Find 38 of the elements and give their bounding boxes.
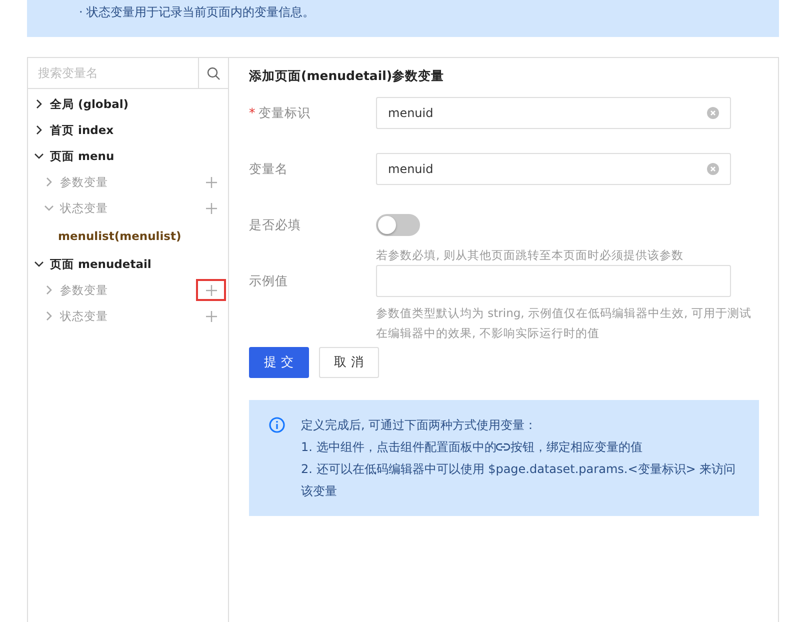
field-label: 变量标识 xyxy=(258,105,310,120)
input-field[interactable]: menuid xyxy=(376,153,731,185)
info-heading: 定义完成后, 可通过下面两种方式使用变量： xyxy=(301,417,538,434)
input-field[interactable] xyxy=(376,265,731,297)
field-label: 示例值 xyxy=(249,273,288,288)
search-icon xyxy=(207,66,220,80)
notice-text: · 状态变量用于记录当前页面内的变量信息。 xyxy=(79,4,316,21)
link-icon xyxy=(496,442,510,452)
tree-page-item[interactable]: 页面 menudetail xyxy=(50,256,152,272)
cancel-button[interactable]: 取 消 xyxy=(318,347,379,378)
info-text: 2. 还可以在低码编辑器中可以使用 $page.dataset.params.<变量标识> 来访问该变量 xyxy=(301,461,737,500)
chevron-right-icon[interactable] xyxy=(34,99,44,109)
add-button[interactable] xyxy=(196,279,226,301)
submit-button[interactable]: 提 交 xyxy=(249,347,309,378)
tree-variable-item[interactable]: menulist(menulist) xyxy=(58,229,182,243)
clear-icon[interactable] xyxy=(707,107,719,119)
help-text: 若参数必填, 则从其他页面跳转至本页面时必须提供该参数 xyxy=(376,247,684,264)
chevron-right-icon[interactable] xyxy=(34,125,44,135)
form-title: 添加页面(menudetail)参数变量 xyxy=(249,68,446,85)
info-text: 1. 选中组件，点击组件配置面板中的 xyxy=(301,439,496,456)
tree-page-item[interactable]: 首页 index xyxy=(50,122,114,138)
plus-icon xyxy=(206,310,216,322)
tree-page-item[interactable]: 页面 menu xyxy=(50,148,114,164)
clear-icon[interactable] xyxy=(707,163,719,175)
help-text: 参数值类型默认均为 string, 示例值仅在低码编辑器中生效, 可用于测试在编辑器中的效果, 不影响实际运行时的值 xyxy=(376,305,752,342)
chevron-down-icon[interactable] xyxy=(34,259,44,269)
input-field[interactable]: menuid xyxy=(376,97,731,129)
plus-icon xyxy=(206,176,216,188)
required-mark: * xyxy=(249,105,256,120)
plus-icon xyxy=(206,284,216,296)
info-text: 按钮，绑定相应变量的值 xyxy=(510,439,642,456)
tree-page-item[interactable]: 全局 (global) xyxy=(50,96,129,112)
field-label: 变量名 xyxy=(249,161,288,176)
field-label: 是否必填 xyxy=(249,217,301,232)
toggle-switch[interactable] xyxy=(376,214,420,236)
chevron-down-icon[interactable] xyxy=(34,151,44,161)
info-icon xyxy=(269,417,285,433)
plus-icon xyxy=(206,202,216,214)
